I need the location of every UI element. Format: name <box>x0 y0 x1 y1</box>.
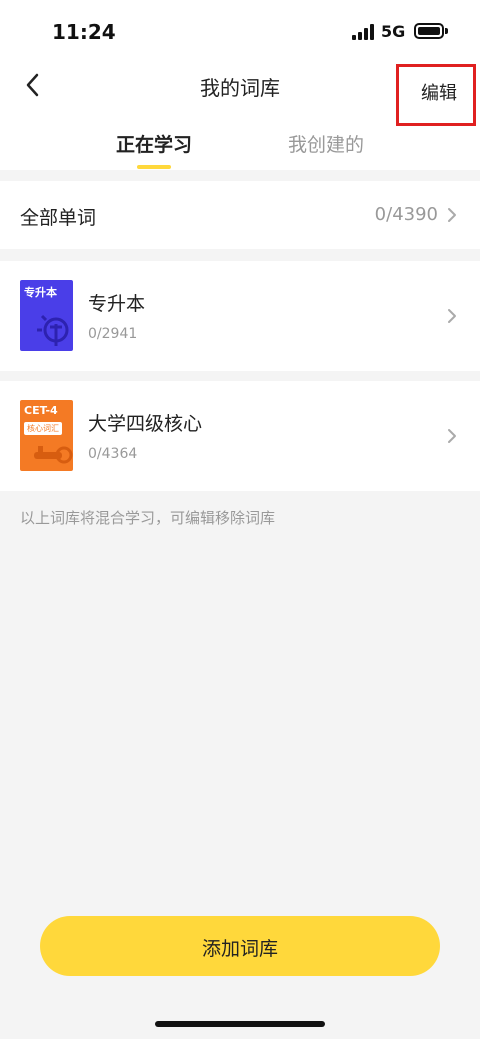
book-item[interactable]: CET-4 核心词汇 大学四级核心 0/4364 <box>0 381 480 491</box>
battery-icon <box>414 23 444 39</box>
signal-icon <box>352 24 376 40</box>
book-name: 专升本 <box>88 293 146 315</box>
network-label: 5G <box>381 22 406 41</box>
all-words-row[interactable]: 全部单词 0/4390 <box>0 181 480 249</box>
tab-learning[interactable]: 正在学习 <box>116 130 192 157</box>
lightbulb-icon <box>37 314 69 346</box>
book-cover: 专升本 <box>20 280 73 351</box>
nav-bar: 我的词库 编辑 正在学习 我创建的 <box>0 60 480 170</box>
all-words-label: 全部单词 <box>20 207 97 229</box>
hint-text: 以上词库将混合学习，可编辑移除词库 <box>20 509 276 527</box>
home-indicator[interactable] <box>155 1021 325 1027</box>
chevron-right-icon <box>448 309 456 323</box>
add-wordbook-button[interactable]: 添加词库 <box>40 916 440 976</box>
book-name: 大学四级核心 <box>88 413 203 435</box>
status-time: 11:24 <box>52 20 116 44</box>
tab-active-indicator <box>137 165 171 169</box>
edit-button-label: 编辑 <box>421 83 457 104</box>
book-progress: 0/2941 <box>88 326 138 342</box>
battery-cap <box>445 28 448 34</box>
status-bar: 11:24 5G <box>0 0 480 60</box>
add-wordbook-label: 添加词库 <box>201 938 278 960</box>
book-cover: CET-4 核心词汇 <box>20 400 73 471</box>
key-icon <box>34 446 73 464</box>
tab-created[interactable]: 我创建的 <box>288 130 364 157</box>
book-item[interactable]: 专升本 专升本 0/2941 <box>0 261 480 371</box>
edit-button[interactable]: 编辑 <box>396 64 476 126</box>
tab-bar: 正在学习 我创建的 <box>0 130 480 170</box>
chevron-right-icon <box>448 429 456 443</box>
book-progress: 0/4364 <box>88 446 138 462</box>
chevron-right-icon <box>448 208 456 222</box>
all-words-count: 0/4390 <box>374 204 438 225</box>
